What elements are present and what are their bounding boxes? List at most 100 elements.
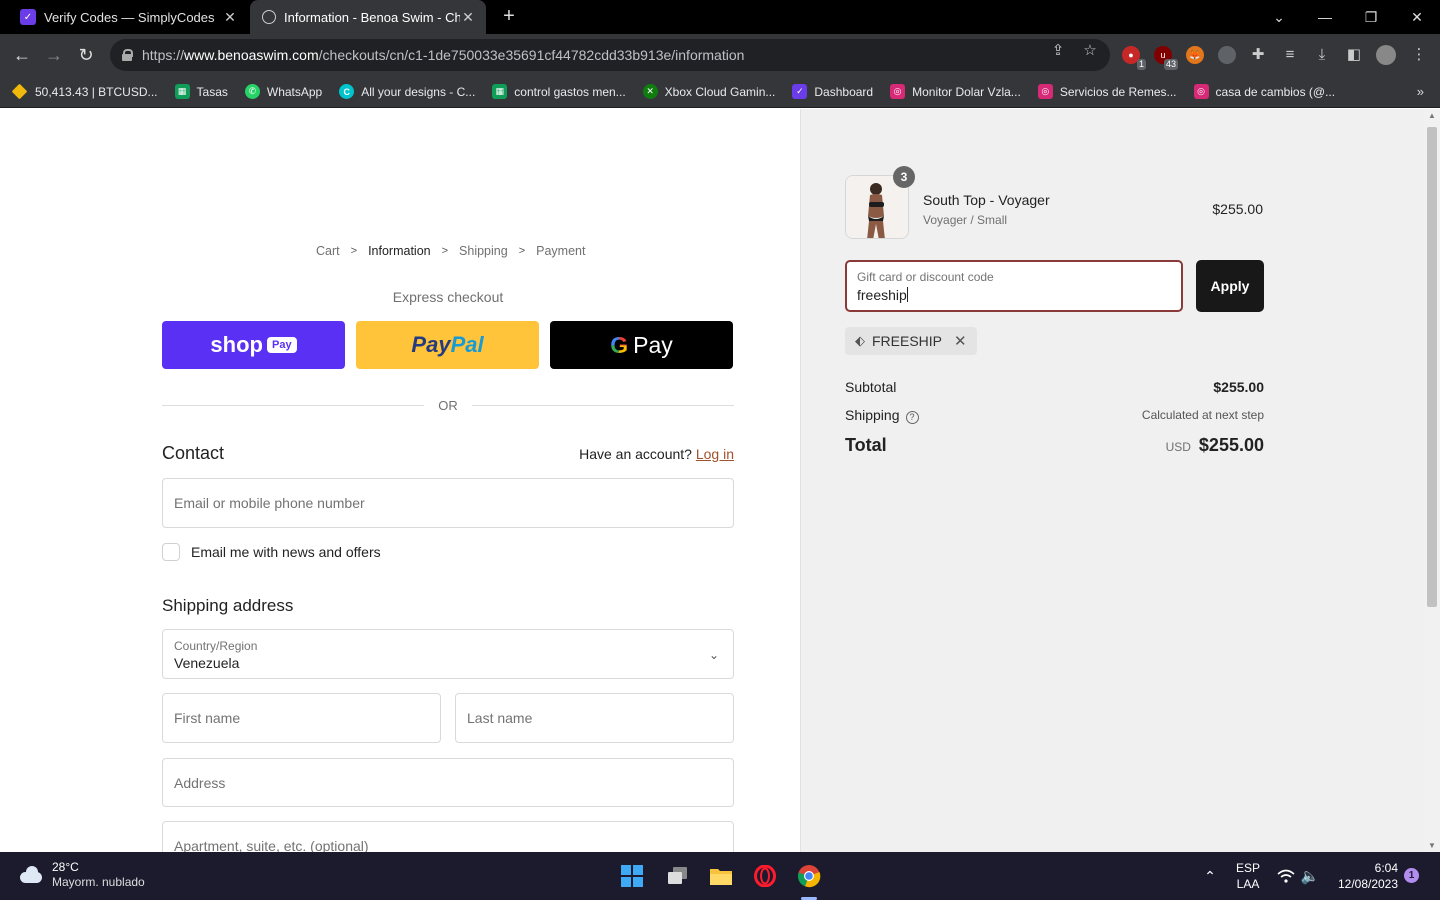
express-checkout-title: Express checkout bbox=[392, 289, 504, 305]
country-value: Venezuela bbox=[174, 655, 240, 671]
last-name-field[interactable]: Last name bbox=[455, 693, 734, 743]
opera-icon[interactable] bbox=[753, 864, 777, 888]
google-g-icon: G bbox=[610, 331, 629, 358]
download-icon[interactable]: ⤓ bbox=[1313, 46, 1331, 64]
order-summary: 3 South Top - Voyager Voyager / Small $2… bbox=[800, 109, 1424, 852]
reload-button[interactable]: ↻ bbox=[74, 43, 98, 67]
address-bar[interactable]: https://www.benoaswim.com/checkouts/cn/c… bbox=[110, 39, 1110, 71]
notification-badge[interactable]: 1 bbox=[1404, 868, 1419, 883]
extensions-puzzle-icon[interactable]: ✚ bbox=[1249, 46, 1267, 64]
page-scrollbar[interactable]: ▲ ▼ bbox=[1424, 109, 1440, 852]
menu-kebab-icon[interactable]: ⋮ bbox=[1410, 46, 1428, 64]
restore-button[interactable]: ❐ bbox=[1348, 0, 1394, 34]
metamask-icon[interactable]: 🦊 bbox=[1186, 46, 1204, 64]
close-window-button[interactable]: ✕ bbox=[1394, 0, 1440, 34]
chevron-up-icon[interactable]: ⌃ bbox=[1198, 864, 1222, 888]
file-explorer-icon[interactable] bbox=[709, 864, 733, 888]
scrollbar-thumb[interactable] bbox=[1427, 127, 1437, 607]
tab-title: Verify Codes — SimplyCodes bbox=[44, 9, 215, 25]
url-path: /checkouts/cn/c1-1de750033e35691cf44782c… bbox=[318, 47, 745, 63]
chrome-icon[interactable] bbox=[797, 864, 821, 888]
back-button[interactable]: ← bbox=[10, 43, 34, 67]
language-indicator[interactable]: ESP LAA bbox=[1234, 852, 1262, 900]
forward-button[interactable]: → bbox=[42, 43, 66, 67]
sheets-icon: ▦ bbox=[492, 84, 508, 99]
have-account-text: Have an account? Log in bbox=[579, 446, 734, 462]
bookmark-control-gastos[interactable]: ▦ control gastos men... bbox=[492, 84, 626, 99]
shipping-label: Shipping? bbox=[845, 407, 919, 424]
address-field[interactable]: Address bbox=[162, 758, 734, 807]
remove-discount-icon[interactable]: ✕ bbox=[954, 332, 967, 350]
weather-widget[interactable]: 28°C Mayorm. nublado bbox=[18, 860, 145, 890]
apartment-field[interactable]: Apartment, suite, etc. (optional) bbox=[162, 821, 734, 852]
bookmark-servicios-remesas[interactable]: ◎ Servicios de Remes... bbox=[1037, 84, 1177, 99]
email-placeholder: Email or mobile phone number bbox=[174, 495, 365, 511]
shield-extension-icon[interactable]: ● 1 bbox=[1122, 46, 1146, 70]
address-placeholder: Address bbox=[174, 775, 226, 791]
ublock-icon[interactable]: u 43 bbox=[1154, 46, 1178, 70]
breadcrumb-payment: Payment bbox=[536, 244, 586, 258]
shop-pay-pill: Pay bbox=[266, 337, 297, 353]
simplycodes-icon: ✓ bbox=[792, 84, 808, 99]
shop-pay-button[interactable]: shop Pay bbox=[162, 321, 345, 369]
close-icon[interactable]: ✕ bbox=[222, 9, 238, 26]
first-name-field[interactable]: First name bbox=[162, 693, 441, 743]
email-field[interactable]: Email or mobile phone number bbox=[162, 478, 734, 528]
bookmark-tasas[interactable]: ▦ Tasas bbox=[174, 84, 228, 99]
apply-button[interactable]: Apply bbox=[1196, 260, 1264, 312]
scroll-up-icon[interactable]: ▲ bbox=[1428, 111, 1436, 120]
news-offers-checkbox[interactable]: Email me with news and offers bbox=[162, 543, 381, 561]
volume-icon[interactable]: 🔈 bbox=[1298, 864, 1322, 888]
bookmark-xbox[interactable]: ✕ Xbox Cloud Gamin... bbox=[642, 84, 775, 99]
canva-icon: C bbox=[339, 84, 355, 99]
new-tab-button[interactable]: + bbox=[498, 6, 520, 28]
bookmark-btcusd[interactable]: 50,413.43 | BTCUSD... bbox=[11, 83, 158, 100]
bookmark-whatsapp[interactable]: ✆ WhatsApp bbox=[244, 84, 322, 99]
windows-start-icon[interactable] bbox=[620, 864, 644, 888]
more-bookmarks-icon[interactable]: » bbox=[1417, 84, 1424, 99]
tab-search-icon[interactable]: ⌄ bbox=[1256, 0, 1302, 34]
xbox-icon: ✕ bbox=[642, 84, 658, 99]
clock[interactable]: 6:04 12/08/2023 bbox=[1334, 852, 1402, 900]
breadcrumb-cart[interactable]: Cart bbox=[316, 244, 340, 258]
bookmark-casa-cambios[interactable]: ◎ casa de cambios (@... bbox=[1193, 84, 1335, 99]
bookmark-monitor-dolar[interactable]: ◎ Monitor Dolar Vzla... bbox=[890, 84, 1021, 99]
checkout-page: Cart > Information > Shipping > Payment … bbox=[0, 109, 1440, 852]
bookmark-star-icon[interactable]: ☆ bbox=[1081, 42, 1099, 60]
profile-avatar[interactable] bbox=[1376, 45, 1396, 65]
country-select[interactable]: Country/Region Venezuela ⌄ bbox=[162, 629, 734, 679]
close-icon[interactable]: ✕ bbox=[460, 9, 476, 26]
shipping-address-heading: Shipping address bbox=[162, 596, 294, 615]
scroll-down-icon[interactable]: ▼ bbox=[1428, 841, 1436, 850]
discount-code-input[interactable]: Gift card or discount code freeship bbox=[845, 260, 1183, 312]
paypal-button[interactable]: Pay Pal bbox=[356, 321, 539, 369]
minimize-button[interactable]: — bbox=[1302, 0, 1348, 34]
last-name-placeholder: Last name bbox=[467, 710, 533, 726]
help-circle-icon[interactable]: ? bbox=[905, 410, 919, 424]
share-icon[interactable]: ⇪ bbox=[1049, 42, 1067, 60]
currency-code: USD bbox=[1165, 440, 1191, 454]
shop-pay-logo-text: shop bbox=[210, 332, 263, 357]
chevron-right-icon: > bbox=[441, 245, 449, 257]
side-panel-icon[interactable]: ◧ bbox=[1345, 46, 1363, 64]
wifi-icon[interactable] bbox=[1274, 864, 1298, 888]
checkbox-box[interactable] bbox=[162, 543, 180, 561]
breadcrumb-shipping: Shipping bbox=[459, 244, 508, 258]
lock-icon bbox=[122, 49, 133, 61]
chevron-right-icon: > bbox=[350, 245, 358, 257]
product-price: $255.00 bbox=[1212, 201, 1263, 217]
bookmark-dashboard[interactable]: ✓ Dashboard bbox=[792, 84, 873, 99]
reading-list-icon[interactable]: ≡ bbox=[1281, 46, 1299, 64]
tab-simplycodes[interactable]: ✓ Verify Codes — SimplyCodes ✕ bbox=[8, 0, 248, 34]
login-link[interactable]: Log in bbox=[696, 446, 734, 462]
bookmark-canva[interactable]: C All your designs - C... bbox=[339, 84, 475, 99]
subtotal-label: Subtotal bbox=[845, 379, 897, 395]
total-value: $255.00 bbox=[1198, 435, 1264, 455]
task-view-icon[interactable] bbox=[666, 864, 690, 888]
globe-icon bbox=[262, 10, 276, 24]
total-label: Total bbox=[845, 435, 887, 455]
robot-extension-icon[interactable] bbox=[1218, 46, 1236, 64]
tab-benoa-checkout[interactable]: Information - Benoa Swim - Checkout ✕ bbox=[250, 0, 486, 34]
url-host: www.benoaswim.com bbox=[184, 47, 319, 63]
google-pay-button[interactable]: G Pay bbox=[550, 321, 733, 369]
